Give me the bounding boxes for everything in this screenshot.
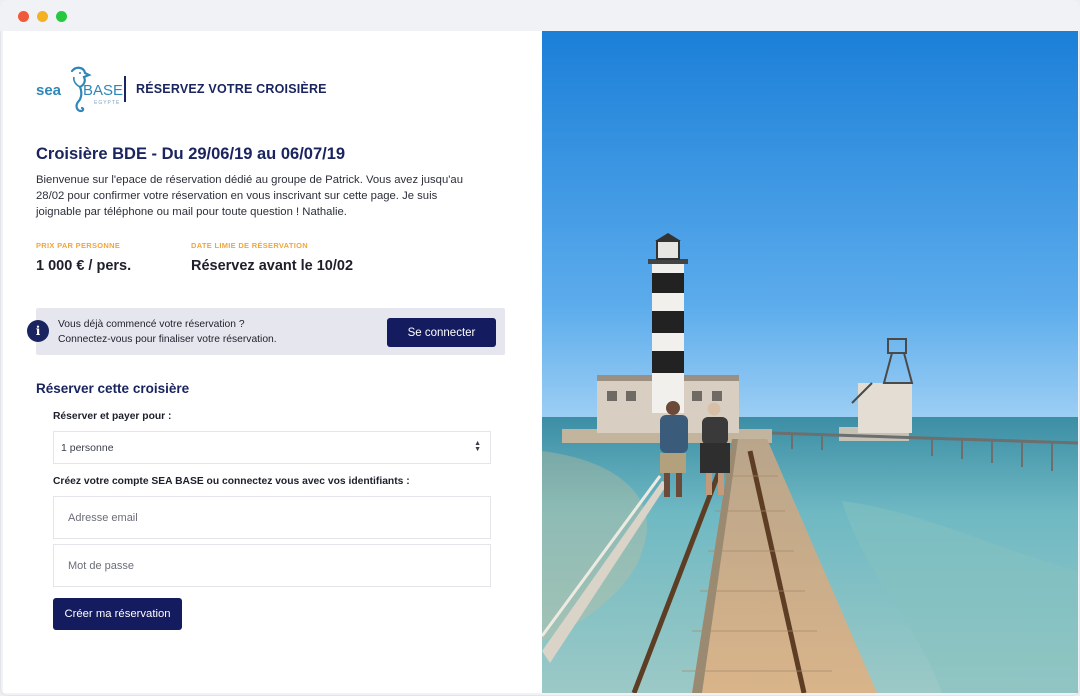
create-booking-button[interactable]: Créer ma réservation: [53, 598, 182, 630]
brand-word-egypte: EGYPTE: [94, 100, 121, 106]
browser-window: sea BASE EGYPTE RÉSERVEZ VOTRE CROISIÈRE…: [0, 0, 1080, 696]
login-notice-text: Vous déjà commencé votre réservation ? C…: [58, 317, 277, 347]
logo-divider: [124, 76, 126, 102]
header-title: RÉSERVEZ VOTRE CROISIÈRE: [136, 82, 327, 96]
booking-panel: sea BASE EGYPTE RÉSERVEZ VOTRE CROISIÈRE…: [3, 31, 542, 693]
brand-word-base: BASE: [83, 82, 124, 99]
lighthouse-pier-image: [542, 31, 1078, 693]
close-window-button[interactable]: [18, 11, 29, 22]
people-count-value: 1 personne: [61, 442, 114, 454]
login-notice-line1: Vous déjà commencé votre réservation ?: [58, 319, 245, 330]
price-label: PRIX PAR PERSONNE: [36, 241, 121, 250]
login-button[interactable]: Se connecter: [387, 318, 496, 347]
email-field[interactable]: [53, 496, 491, 539]
login-notice-line2: Connectez-vous pour finaliser votre rése…: [58, 334, 277, 345]
price-value: 1 000 € / pers.: [36, 258, 132, 274]
deadline-label: DATE LIMIE DE RÉSERVATION: [191, 241, 308, 250]
info-icon: i: [27, 320, 49, 342]
pay-for-label: Réserver et payer pour :: [53, 411, 172, 422]
page-content: sea BASE EGYPTE RÉSERVEZ VOTRE CROISIÈRE…: [3, 31, 1078, 693]
deadline-value: Réservez avant le 10/02: [191, 258, 354, 274]
minimize-window-button[interactable]: [37, 11, 48, 22]
cruise-title: Croisière BDE - Du 29/06/19 au 06/07/19: [36, 145, 346, 163]
booking-section-title: Réserver cette croisière: [36, 381, 190, 396]
password-field[interactable]: [53, 544, 491, 587]
seabase-logo: sea BASE EGYPTE: [36, 65, 126, 117]
account-label: Créez votre compte SEA BASE ou connectez…: [53, 476, 410, 487]
people-count-select[interactable]: 1 personne ▲ ▼: [53, 431, 491, 464]
brand-word-sea: sea: [36, 82, 62, 99]
maximize-window-button[interactable]: [56, 11, 67, 22]
lighthouse-photo: [542, 31, 1078, 693]
window-titlebar: [0, 0, 1080, 31]
updown-arrows-icon: ▲ ▼: [474, 440, 481, 453]
cruise-intro-text: Bienvenue sur l'epace de réservation déd…: [36, 174, 463, 218]
